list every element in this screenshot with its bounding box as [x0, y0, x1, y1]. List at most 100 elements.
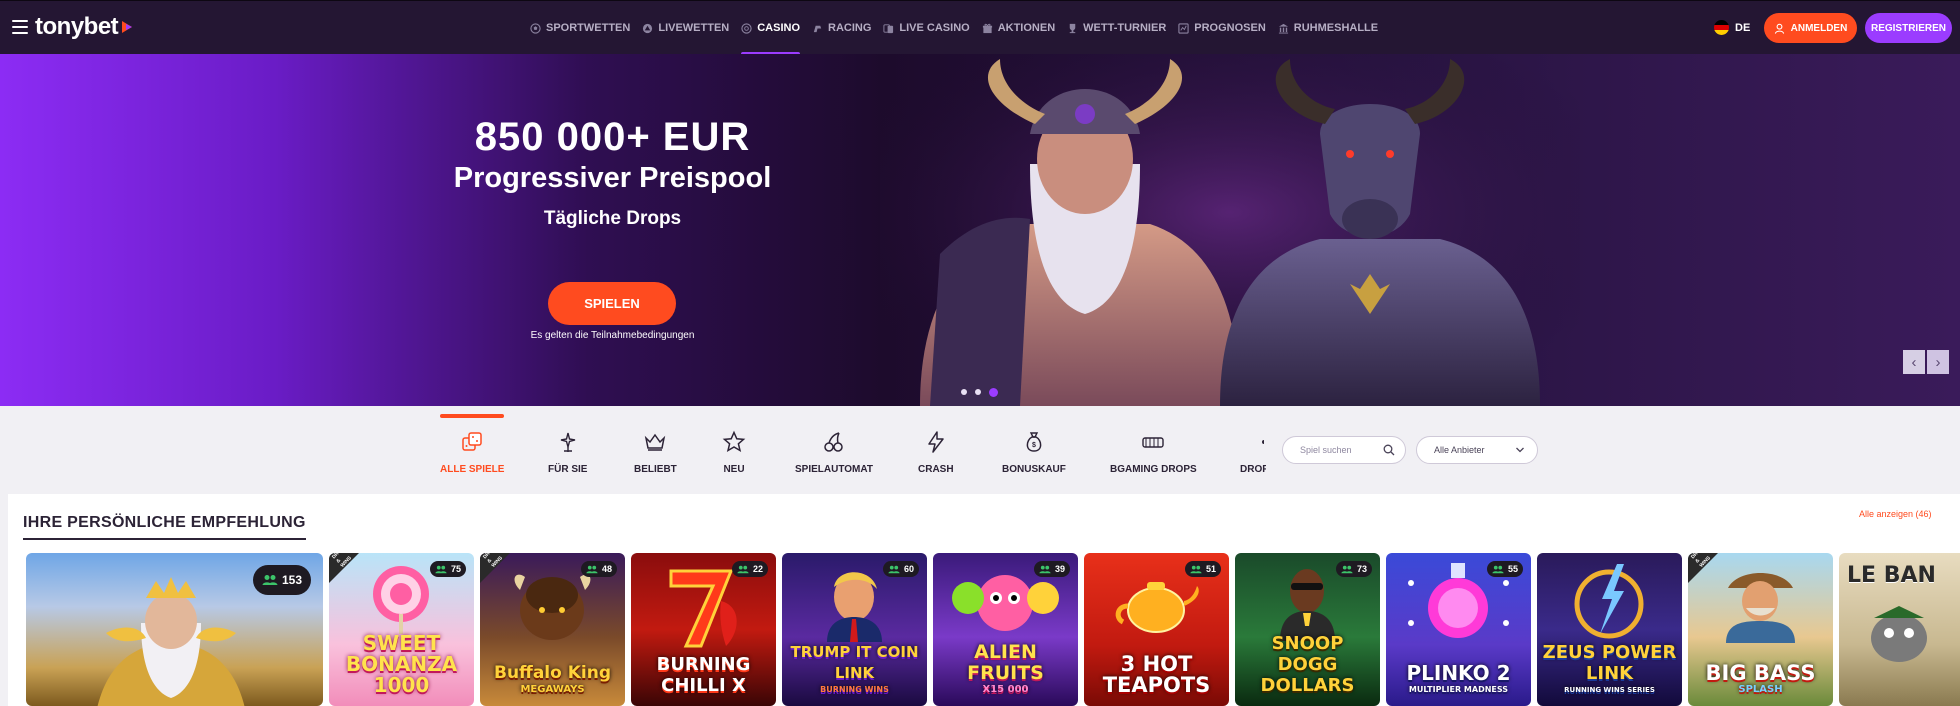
chevron-left-icon[interactable]: ‹ [1903, 350, 1925, 374]
section-title: IHRE PERSÖNLICHE EMPFEHLUNG [23, 514, 306, 540]
game-tile[interactable]: LE BAN [1839, 553, 1960, 706]
carousel-dot[interactable] [975, 389, 981, 395]
carousel-dot[interactable] [961, 389, 967, 395]
game-tile[interactable]: PLINKO 2 MULTIPLIER MADNESS 55 [1386, 553, 1531, 706]
player-count-badge: 73 [1335, 561, 1372, 577]
hero-tagline: Tägliche Drops [543, 208, 682, 229]
player-count-badge: 22 [731, 561, 768, 577]
category-neu[interactable]: NEU [722, 430, 746, 475]
drops-ribbon: DROPS & WINS [329, 553, 359, 583]
terms-note[interactable]: Es gelten die Teilnahmebedingungen [440, 330, 785, 341]
category-drops[interactable]: DROP [1240, 430, 1266, 475]
player-count: 60 [903, 564, 914, 574]
game-tile[interactable]: SNOOP DOGG DOLLARS 73 [1235, 553, 1380, 706]
category-label: BGAMING DROPS [1110, 464, 1197, 475]
game-artwork [514, 574, 591, 640]
ribbon-text: DROPS & WINS [482, 553, 504, 569]
game-title-block: TRUMP IT COIN LINK BURNING WINS [786, 642, 923, 696]
nav-item-aktionen[interactable]: AKTIONEN [982, 1, 1055, 55]
category-bgaming-drops[interactable]: BGAMING DROPS [1110, 430, 1197, 475]
game-artwork [827, 572, 882, 642]
category-bonuskauf[interactable]: $ BONUSKAUF [1002, 430, 1066, 475]
player-count: 153 [281, 573, 302, 587]
game-title: LE BAN [1847, 563, 1936, 588]
game-tile[interactable]: DROPS & WINS BIG BASS SPLASH [1688, 553, 1833, 706]
category-crash[interactable]: CRASH [918, 430, 954, 475]
logo[interactable]: tonybet [35, 13, 134, 40]
game-title: PLINKO 2 [1406, 661, 1511, 685]
provider-dropdown[interactable]: Alle Anbieter [1416, 436, 1538, 464]
category-alle-spiele[interactable]: ALLE SPIELE [440, 414, 505, 475]
users-icon [1039, 565, 1051, 573]
nav-item-wett-turnier[interactable]: WETT-TURNIER [1067, 1, 1166, 55]
hero-text: 850 000+ EUR Progressiver Preispool Tägl… [430, 114, 795, 230]
live-icon [643, 23, 653, 33]
menu-icon[interactable] [12, 20, 28, 34]
nav-label: RUHMESHALLE [1293, 22, 1379, 34]
nav-item-livewetten[interactable]: LIVEWETTEN [642, 1, 729, 55]
category-beliebt[interactable]: BELIEBT [634, 430, 677, 475]
game-tile[interactable]: 3 HOT TEAPOTS 51 [1084, 553, 1229, 706]
nav-label: CASINO [757, 22, 801, 34]
lightning-icon [928, 431, 944, 453]
racing-icon [813, 25, 822, 32]
carousel-arrows: ‹ › [1903, 350, 1949, 374]
nav-item-ruhmeshalle[interactable]: RUHMESHALLE [1278, 1, 1378, 55]
player-count-badge: 51 [1184, 561, 1221, 577]
star-icon [722, 430, 746, 453]
player-count-badge: 60 [882, 561, 919, 577]
category-fuer-sie[interactable]: FÜR SIE [548, 430, 587, 475]
nav-item-sportwetten[interactable]: SPORTWETTEN [530, 1, 630, 55]
drops-ribbon: DROPS & WINS [1688, 553, 1718, 583]
nav-label: LIVE CASINO [899, 22, 970, 34]
game-title: Buffalo King [494, 663, 611, 683]
nav-item-casino[interactable]: CASINO [741, 1, 800, 55]
player-count: 39 [1054, 564, 1065, 574]
see-all-link[interactable]: Alle anzeigen (46) [1859, 509, 1932, 519]
drops-ribbon: DROPS & WINS [480, 553, 510, 583]
game-tile[interactable]: 153 [26, 553, 323, 706]
category-spielautomat[interactable]: SPIELAUTOMAT [795, 430, 873, 475]
hero-banner[interactable]: 850 000+ EUR Progressiver Preispool Tägl… [0, 54, 1960, 406]
recommendations-section: IHRE PERSÖNLICHE EMPFEHLUNG Alle anzeige… [8, 494, 1960, 706]
game-title-block: ALIEN FRUITS X15 000 [937, 642, 1074, 696]
hero-illustration [880, 54, 1580, 406]
search-icon[interactable] [1383, 444, 1395, 456]
search-input[interactable]: Spiel suchen [1282, 436, 1406, 464]
carousel-dot-active[interactable] [989, 388, 998, 397]
nav-item-prognosen[interactable]: PROGNOSEN [1178, 1, 1266, 55]
chevron-right-icon[interactable]: › [1927, 350, 1949, 374]
player-count: 51 [1205, 564, 1216, 574]
users-icon [262, 575, 278, 585]
game-tile[interactable]: TRUMP IT COIN LINK BURNING WINS 60 [782, 553, 927, 706]
game-artwork [1115, 582, 1199, 633]
bgaming-drops-icon [1142, 437, 1165, 448]
game-title: BURNING CHILLI X [656, 654, 751, 696]
game-tile[interactable]: ZEUS POWER LINK RUNNING WINS SERIES [1537, 553, 1682, 706]
users-icon [1190, 565, 1202, 573]
nav-item-live-casino[interactable]: LIVE CASINO [883, 1, 970, 55]
register-button[interactable]: REGISTRIEREN [1865, 13, 1952, 43]
provider-selected: Alle Anbieter [1434, 445, 1485, 455]
game-title: SNOOP DOGG DOLLARS [1260, 633, 1355, 696]
cherries-icon [824, 432, 843, 452]
play-button[interactable]: SPIELEN [548, 282, 676, 325]
game-tile[interactable]: DROPS & WINS Buffalo King MEGAWAYS 48 [480, 553, 625, 706]
dice-icon [462, 432, 482, 451]
nav-item-racing[interactable]: RACING [812, 1, 871, 55]
language-selector[interactable]: DE [1714, 20, 1750, 35]
user-icon [1774, 23, 1784, 34]
game-artwork [373, 566, 429, 634]
login-button[interactable]: ANMELDEN [1764, 13, 1857, 43]
category-label: FÜR SIE [548, 464, 588, 475]
game-title: ALIEN FRUITS [967, 641, 1044, 684]
game-tile[interactable]: ALIEN FRUITS X15 000 39 [933, 553, 1078, 706]
game-tile[interactable]: DROPS & WINS SWEET BONANZA 1000 75 [329, 553, 474, 706]
ribbon-text: DROPS & WINS [331, 553, 353, 569]
game-tile[interactable]: BURNING CHILLI X 22 [631, 553, 776, 706]
category-label: SPIELAUTOMAT [795, 464, 873, 475]
ribbon-text: DROPS & WINS [1690, 553, 1712, 569]
category-label: NEU [723, 464, 745, 475]
soccer-ball-icon [530, 22, 541, 34]
category-label: BELIEBT [634, 464, 677, 475]
